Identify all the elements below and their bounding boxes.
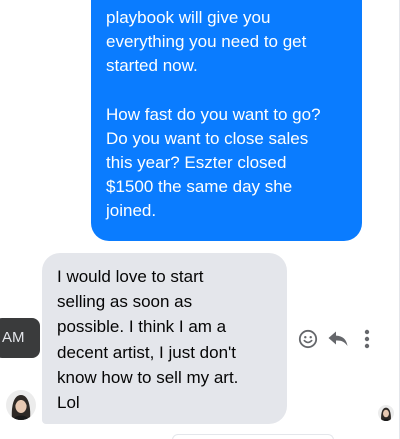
next-message-edge bbox=[172, 434, 334, 439]
read-receipt-avatar bbox=[378, 405, 394, 421]
outgoing-message-paragraph: How fast do you want to go? Do you want … bbox=[106, 104, 321, 221]
chat-thread: playbook will give you everything you ne… bbox=[0, 0, 400, 439]
timestamp-tooltip: AM bbox=[0, 318, 40, 358]
incoming-message-bubble[interactable]: I would love to start selling as soon as… bbox=[42, 253, 287, 424]
message-actions bbox=[296, 327, 376, 351]
incoming-message-text: I would love to start selling as soon as… bbox=[57, 267, 239, 413]
sender-avatar[interactable] bbox=[6, 390, 36, 420]
outgoing-message-bubble[interactable]: playbook will give you everything you ne… bbox=[91, 0, 362, 241]
reply-icon[interactable] bbox=[326, 327, 350, 351]
smiley-icon[interactable] bbox=[296, 327, 320, 351]
more-icon[interactable] bbox=[360, 327, 374, 351]
outgoing-message-paragraph: playbook will give you everything you ne… bbox=[106, 8, 307, 76]
